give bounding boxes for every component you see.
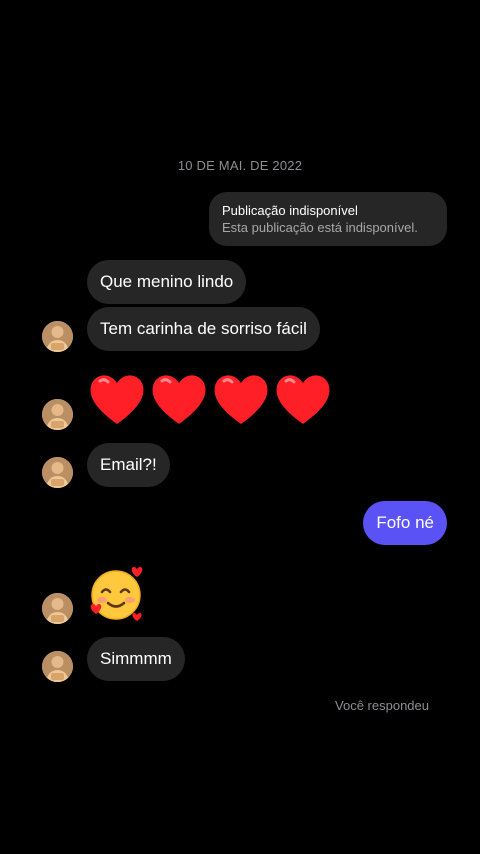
message-bubble-received[interactable]: Email?! — [87, 443, 170, 487]
reply-status: Você respondeu — [335, 698, 429, 713]
shared-post-subtitle: Esta publicação está indisponível. — [222, 220, 418, 235]
avatar[interactable] — [42, 321, 73, 352]
date-divider: 10 DE MAI. DE 2022 — [177, 158, 303, 173]
red-heart-icon — [88, 371, 146, 427]
shared-post-title: Publicação indisponível — [222, 203, 358, 218]
message-bubble-received[interactable]: Tem carinha de sorriso fácil — [87, 307, 320, 351]
message-bubble-received[interactable]: Simmmm — [87, 637, 185, 681]
shared-post-card[interactable]: Publicação indisponível Esta publicação … — [209, 192, 447, 246]
red-heart-icon — [274, 371, 332, 427]
avatar[interactable] — [42, 457, 73, 488]
avatar[interactable] — [42, 651, 73, 682]
avatar[interactable] — [42, 593, 73, 624]
emoji-message[interactable] — [88, 371, 332, 427]
message-bubble-received[interactable]: Que menino lindo — [87, 260, 247, 304]
avatar[interactable] — [42, 399, 73, 430]
red-heart-icon — [212, 371, 270, 427]
smiling-face-with-hearts-icon[interactable] — [88, 565, 148, 625]
message-bubble-sent[interactable]: Fofo né — [363, 501, 447, 545]
red-heart-icon — [150, 371, 208, 427]
